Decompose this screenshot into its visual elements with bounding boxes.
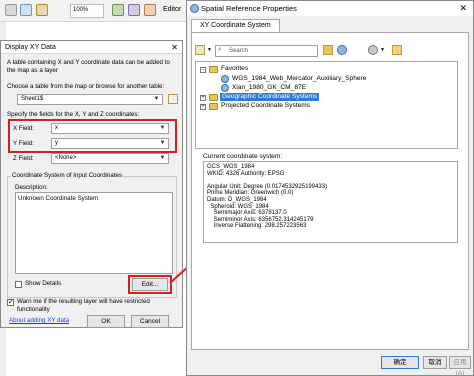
search-input[interactable]: Search: [215, 45, 318, 57]
cancel-button[interactable]: 取消: [423, 356, 447, 369]
detail-line: GCS_WGS_1984: [207, 164, 255, 170]
tree-item-web-mercator[interactable]: WGS_1984_Web_Mercator_Auxiliary_Sphere: [232, 75, 366, 83]
folder-icon: [209, 103, 218, 110]
tree-item-xian-1980[interactable]: Xian_1980_GK_CM_87E: [232, 84, 306, 92]
apply-button[interactable]: 应用(A): [449, 356, 471, 376]
globe-icon: [190, 4, 199, 13]
tree-item-favorites[interactable]: Favorites: [221, 65, 248, 73]
star-icon[interactable]: [392, 45, 402, 55]
detail-line: Datum: D_WGS_1984: [207, 196, 267, 203]
ok-button[interactable]: 确定: [381, 356, 419, 369]
folder-icon: [209, 66, 218, 73]
current-system-label: Current coordinate system:: [203, 153, 283, 160]
detail-line: [207, 177, 454, 184]
current-system-details: GCS_WGS_1984 WKID: 4326 Authority: EPSG …: [203, 161, 458, 243]
detail-line: Angular Unit: Degree (0.0174532925199433…: [207, 183, 328, 190]
folder-icon[interactable]: [323, 45, 333, 55]
coordinate-system-tree: − Favorites WGS_1984_Web_Mercator_Auxili…: [195, 61, 458, 149]
chevron-down-icon[interactable]: ▼: [380, 47, 385, 53]
globe-icon: [221, 75, 229, 83]
search-icon: ⌕: [218, 46, 222, 53]
close-icon[interactable]: ✕: [459, 3, 467, 14]
add-icon[interactable]: [368, 45, 378, 55]
dialog-title: Spatial Reference Properties: [187, 1, 473, 16]
detail-line: Semiminor Axis: 6356752.314245179: [207, 216, 314, 223]
expand-icon[interactable]: +: [200, 104, 206, 110]
globe-icon: [221, 84, 229, 92]
detail-line: Inverse Flattening: 298.257223563: [207, 223, 307, 230]
expand-icon[interactable]: +: [200, 95, 206, 101]
filter-icon[interactable]: [195, 45, 205, 55]
spatial-reference-dialog: Spatial Reference Properties ✕ XY Coordi…: [186, 0, 474, 376]
collapse-icon[interactable]: −: [200, 67, 206, 73]
detail-line: Semimajor Axis: 6378137.0: [207, 210, 287, 217]
chevron-down-icon[interactable]: ▼: [207, 47, 212, 53]
detail-line: Prime Meridian: Greenwich (0.0): [207, 190, 294, 197]
detail-line: WKID: 4326 Authority: EPSG: [207, 170, 285, 177]
tree-item-geographic[interactable]: Geographic Coordinate Systems: [220, 93, 320, 101]
tree-item-projected[interactable]: Projected Coordinate Systems: [221, 102, 310, 110]
folder-icon: [209, 94, 218, 101]
detail-line: Spheroid: WGS_1984: [207, 203, 269, 210]
globe-add-icon[interactable]: [337, 45, 347, 55]
tab-xy-coordinate-system[interactable]: XY Coordinate System: [191, 19, 280, 32]
